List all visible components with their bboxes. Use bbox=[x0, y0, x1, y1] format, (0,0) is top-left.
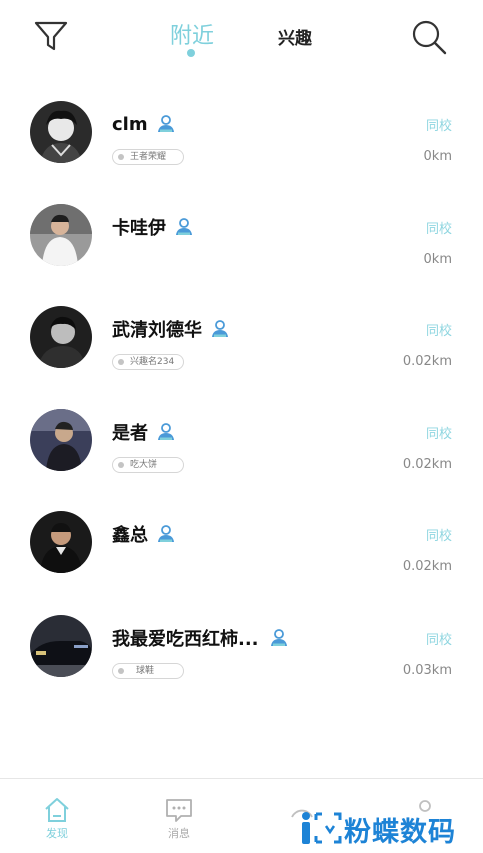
tag-dot bbox=[118, 359, 124, 365]
user-list-item[interactable]: 武清刘德华 兴趣名234 同校 0.02km bbox=[0, 287, 483, 387]
nav-item-messages[interactable]: 消息 bbox=[149, 779, 209, 853]
same-school-label: 同校 bbox=[425, 222, 452, 237]
tag-dot bbox=[118, 462, 124, 468]
user-name: 我最爱吃西红柿... bbox=[112, 629, 259, 650]
verified-user-icon bbox=[157, 115, 174, 132]
same-school-label: 同校 bbox=[425, 119, 452, 134]
nav-item-discover[interactable]: 发现 bbox=[27, 779, 87, 853]
distance-label: 0km bbox=[423, 149, 452, 164]
user-list-item[interactable]: 我最爱吃西红柿... 球鞋 同校 0.03km bbox=[0, 596, 483, 696]
filter-icon[interactable] bbox=[33, 18, 69, 54]
avatar[interactable] bbox=[30, 409, 92, 471]
name-line: clm bbox=[112, 110, 176, 138]
interest-tag-label: 兴趣名234 bbox=[130, 357, 175, 367]
watermark: 粉蝶数码 bbox=[300, 808, 470, 848]
user-list-item[interactable]: 鑫总 同校 0.02km bbox=[0, 492, 483, 592]
distance-label: 0.02km bbox=[402, 457, 452, 472]
user-name: clm bbox=[112, 113, 148, 135]
watermark-text: 粉蝶数码 bbox=[344, 817, 456, 848]
verified-user-icon bbox=[270, 629, 287, 646]
interest-tag: 兴趣名234 bbox=[112, 354, 184, 370]
distance-label: 0.03km bbox=[402, 663, 452, 678]
top-bar: 附近 兴趣 bbox=[0, 0, 483, 80]
interest-tag-label: 王者荣耀 bbox=[130, 152, 167, 162]
name-line: 武清刘德华 bbox=[112, 315, 230, 343]
user-name: 卡哇伊 bbox=[112, 218, 166, 239]
same-school-label: 同校 bbox=[425, 324, 452, 339]
distance-label: 0km bbox=[423, 252, 452, 267]
avatar[interactable] bbox=[30, 511, 92, 573]
search-icon[interactable] bbox=[410, 18, 448, 56]
watermark-logo-icon bbox=[302, 812, 342, 844]
same-school-label: 同校 bbox=[425, 529, 452, 544]
user-name: 是者 bbox=[112, 423, 148, 444]
tag-dot bbox=[118, 154, 124, 160]
verified-user-icon bbox=[212, 320, 228, 337]
user-list-item[interactable]: clm 王者荣耀 同校 0km bbox=[0, 82, 483, 182]
message-icon bbox=[166, 799, 192, 822]
tab-interest[interactable]: 兴趣 bbox=[274, 24, 316, 49]
interest-tag-label: 球鞋 bbox=[136, 666, 155, 676]
verified-user-icon bbox=[158, 423, 174, 440]
verified-user-icon bbox=[176, 218, 192, 235]
same-school-label: 同校 bbox=[425, 633, 452, 648]
home-icon bbox=[45, 798, 69, 822]
user-name: 武清刘德华 bbox=[112, 320, 202, 341]
avatar[interactable] bbox=[30, 615, 92, 677]
verified-user-icon bbox=[158, 525, 174, 542]
name-line: 卡哇伊 bbox=[112, 213, 194, 241]
name-line: 我最爱吃西红柿... bbox=[112, 624, 289, 652]
interest-tag: 球鞋 bbox=[112, 663, 184, 679]
user-name: 鑫总 bbox=[112, 525, 148, 546]
interest-tag: 吃大饼 bbox=[112, 457, 184, 473]
distance-label: 0.02km bbox=[402, 354, 452, 369]
tag-dot bbox=[118, 668, 124, 674]
user-list-item[interactable]: 卡哇伊 同校 0km bbox=[0, 185, 483, 285]
nav-label-messages: 消息 bbox=[168, 827, 190, 840]
user-list-item[interactable]: 是者 吃大饼 同校 0.02km bbox=[0, 390, 483, 490]
active-tab-indicator bbox=[187, 49, 195, 57]
avatar[interactable] bbox=[30, 306, 92, 368]
tab-nearby[interactable]: 附近 bbox=[166, 18, 218, 50]
nav-label-discover: 发现 bbox=[46, 827, 68, 840]
name-line: 鑫总 bbox=[112, 520, 176, 548]
avatar[interactable] bbox=[30, 204, 92, 266]
distance-label: 0.02km bbox=[402, 559, 452, 574]
interest-tag: 王者荣耀 bbox=[112, 149, 184, 165]
interest-tag-label: 吃大饼 bbox=[130, 460, 158, 470]
same-school-label: 同校 bbox=[425, 427, 452, 442]
name-line: 是者 bbox=[112, 418, 176, 446]
avatar[interactable] bbox=[30, 101, 92, 163]
